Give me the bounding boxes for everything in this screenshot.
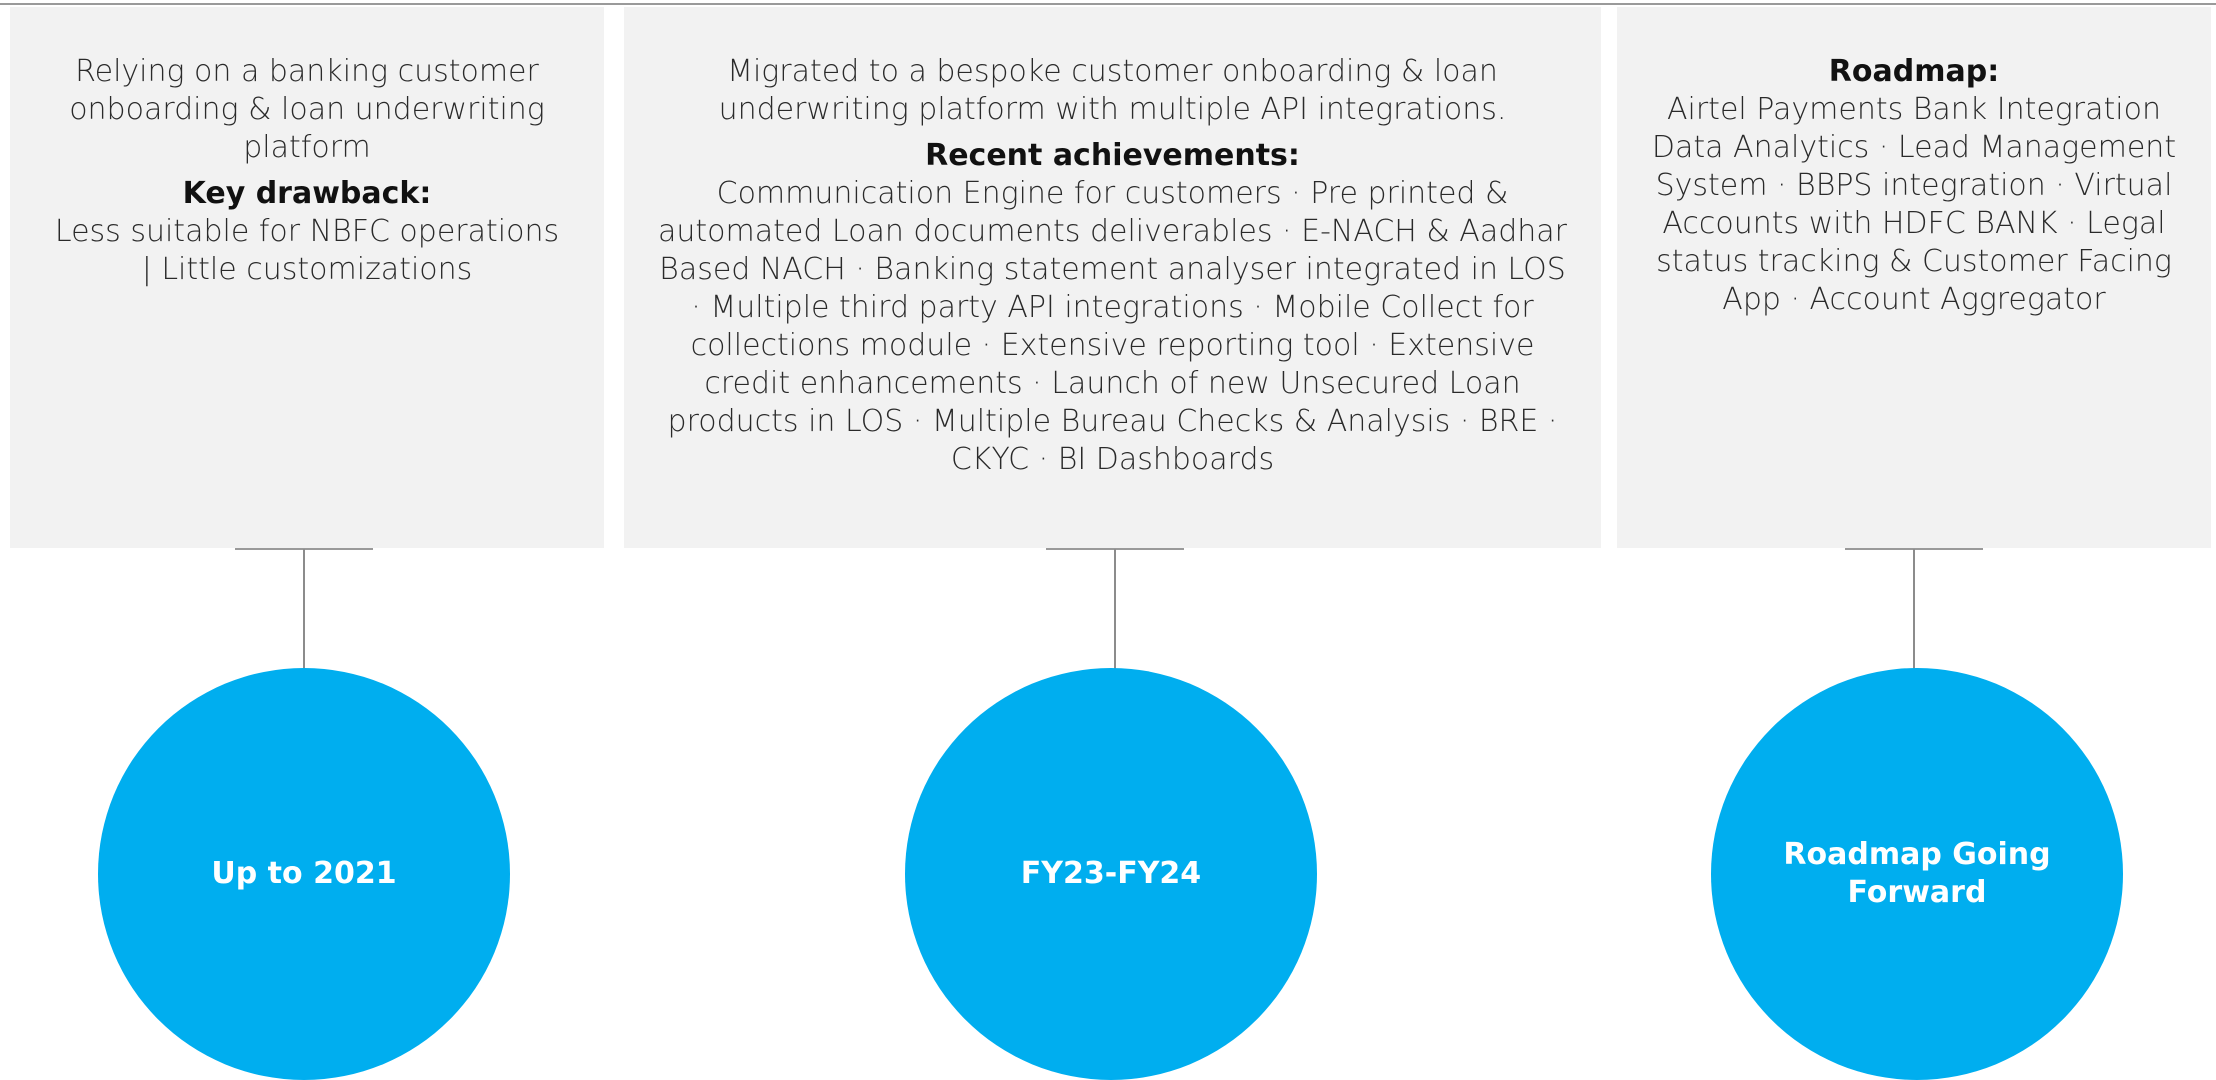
stage-3-label: Roadmap Going Forward (1783, 837, 2051, 910)
stage-1-heading: Key drawback: (182, 176, 432, 211)
stage-2-panel: Migrated to a bespoke customer onboardin… (624, 7, 1601, 548)
stage-3-connector (1913, 549, 1915, 670)
stage-2-heading: Recent achievements: (925, 138, 1300, 173)
stage-1-body: Less suitable for NBFC operations | Litt… (54, 214, 560, 287)
stage-2-circle: FY23-FY24 (905, 668, 1317, 1080)
stage-2-intro: Migrated to a bespoke customer onboardin… (718, 54, 1507, 127)
stage-3-circle: Roadmap Going Forward (1711, 668, 2123, 1080)
stage-3-body: Airtel Payments Bank Integration Data An… (1651, 92, 2177, 317)
stage-2-body: Communication Engine for customers · Pre… (658, 176, 1567, 477)
stage-1-panel: Relying on a banking customer onboarding… (10, 7, 604, 548)
stage-3-panel: Roadmap: Airtel Payments Bank Integratio… (1617, 7, 2211, 548)
top-divider (0, 3, 2216, 5)
stage-2-label: FY23-FY24 (1020, 856, 1202, 891)
stage-1-connector (303, 549, 305, 670)
stage-2-connector (1114, 549, 1116, 670)
stage-1-intro: Relying on a banking customer onboarding… (69, 54, 545, 165)
stage-1-label: Up to 2021 (211, 856, 397, 891)
stage-1-circle: Up to 2021 (98, 668, 510, 1080)
stage-3-heading: Roadmap: (1828, 54, 2000, 89)
